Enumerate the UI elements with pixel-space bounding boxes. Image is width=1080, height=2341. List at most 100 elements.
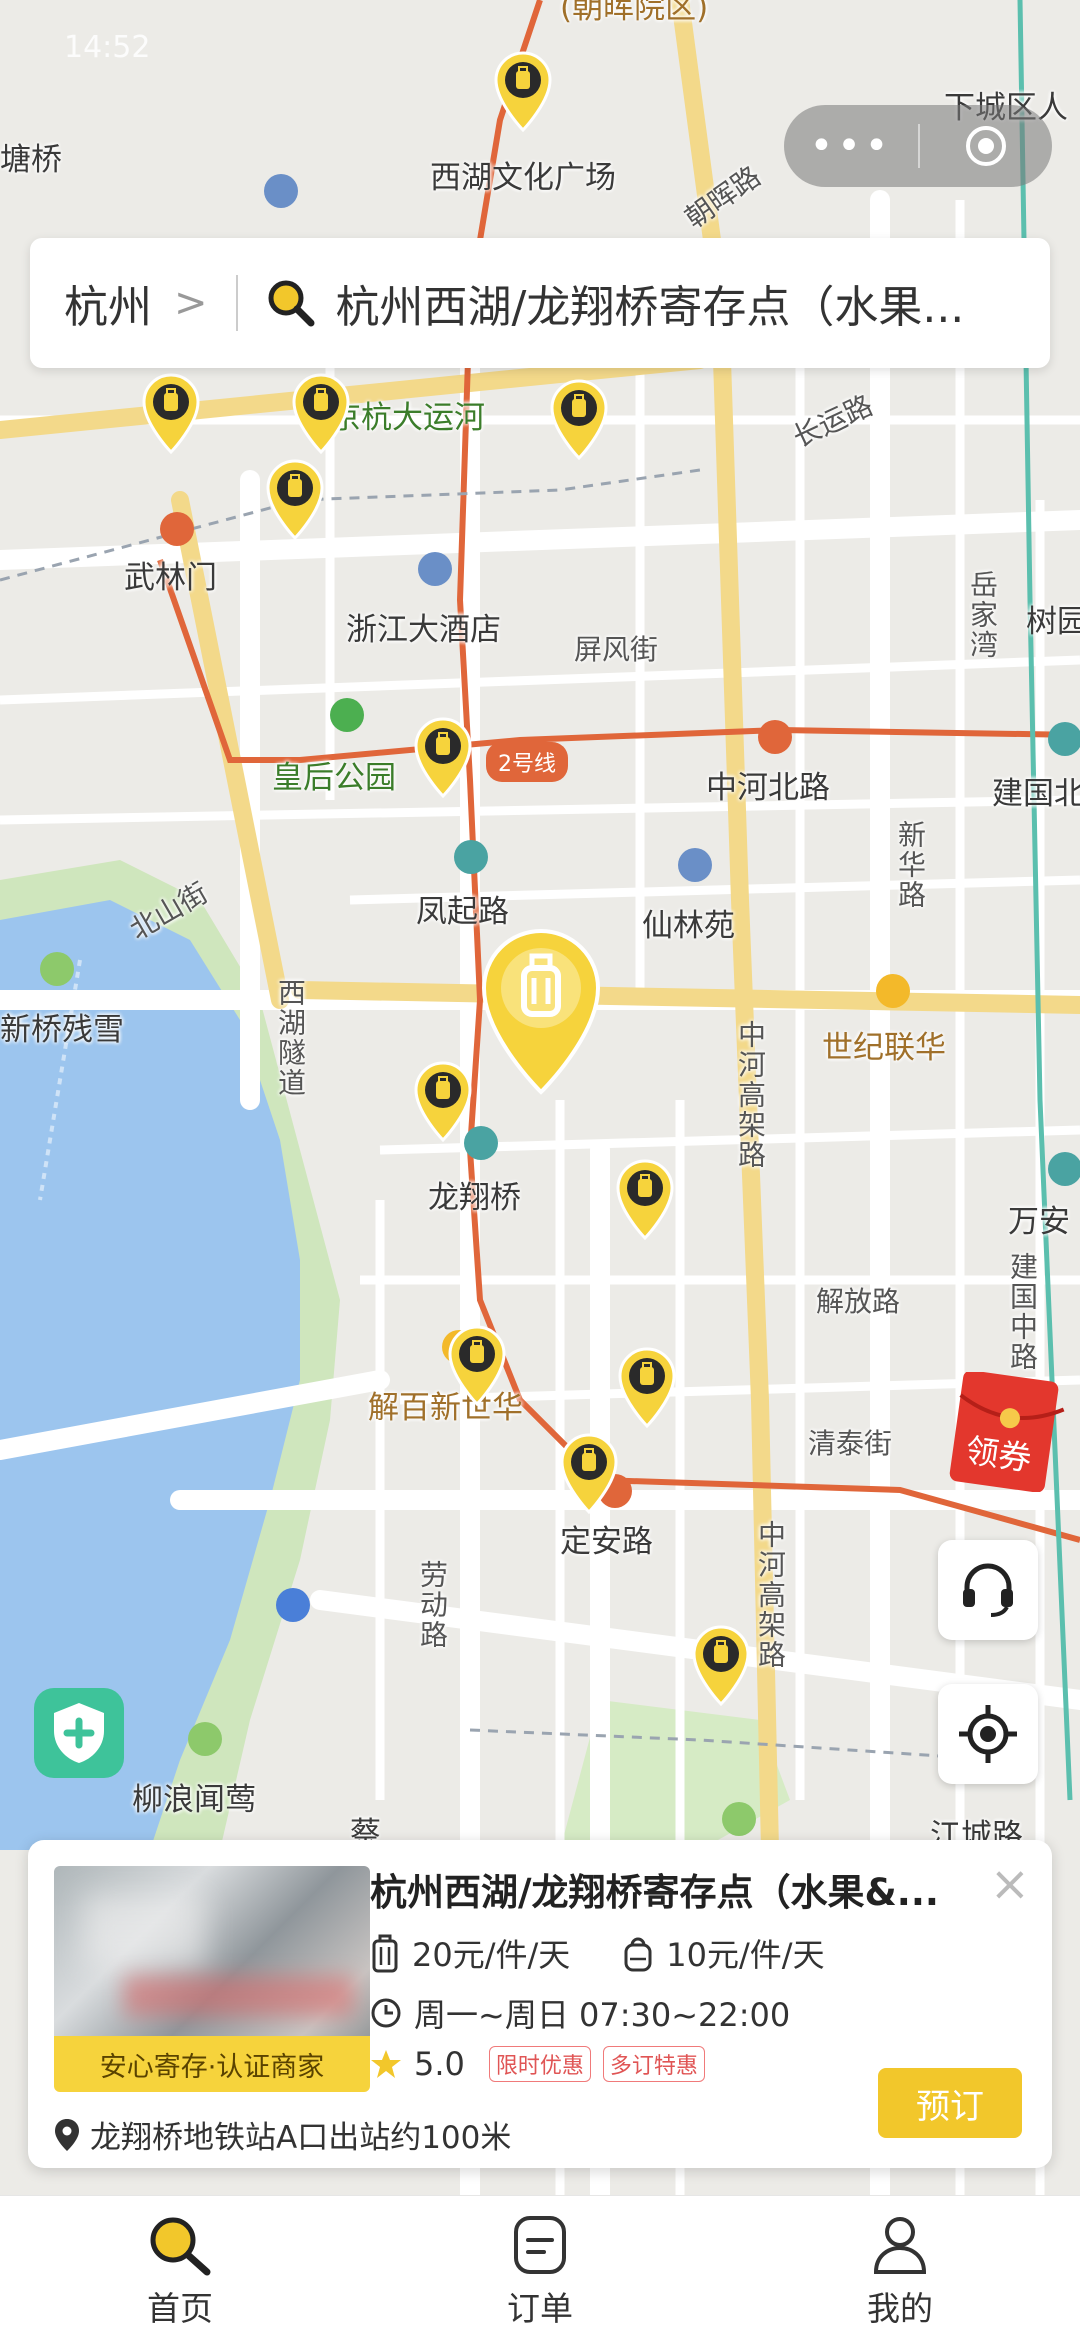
close-miniprogram-button[interactable] bbox=[920, 122, 1052, 170]
luggage-storage-pin[interactable] bbox=[412, 716, 474, 799]
luggage-storage-pin[interactable] bbox=[290, 372, 352, 455]
parking-icon[interactable] bbox=[276, 1588, 310, 1622]
metro-station-icon[interactable] bbox=[160, 512, 194, 546]
distance-text: 龙翔桥地铁站A口出站约100米 bbox=[90, 2120, 512, 2156]
map-label: 武林门 bbox=[124, 560, 217, 596]
tab-home[interactable]: 首页 bbox=[0, 2196, 360, 2341]
rating-value: 5.0 bbox=[414, 2045, 465, 2083]
map-label: 中河高架路 bbox=[754, 1520, 787, 1670]
locate-icon bbox=[959, 1705, 1017, 1763]
tab-label: 首页 bbox=[147, 2289, 213, 2328]
large-luggage-icon bbox=[372, 1934, 398, 1973]
metro-line-badge: 2号线 bbox=[486, 742, 568, 782]
map-label: 中河北路 bbox=[706, 770, 830, 806]
tab-bar: 首页 订单 我的 bbox=[0, 2195, 1080, 2341]
map-label: 建国北 bbox=[992, 776, 1080, 812]
rating-row: 5.0 限时优惠 多订特惠 bbox=[370, 2045, 705, 2083]
shopping-icon[interactable] bbox=[876, 974, 910, 1008]
miniprogram-capsule: ••• bbox=[784, 105, 1052, 187]
search-input[interactable]: 杭州西湖/龙翔桥寄存点（水果... bbox=[336, 271, 1026, 335]
luggage-storage-pin[interactable] bbox=[616, 1346, 678, 1429]
luggage-storage-pin[interactable] bbox=[614, 1158, 676, 1241]
search-icon bbox=[150, 2217, 211, 2276]
metro-station-icon[interactable] bbox=[454, 840, 488, 874]
business-hours: 周一~周日 07:30~22:00 bbox=[414, 1996, 791, 2034]
luggage-storage-pin[interactable] bbox=[690, 1624, 752, 1707]
store-title[interactable]: 杭州西湖/龙翔桥寄存点（水果&... bbox=[370, 1862, 980, 1916]
map-label: 世纪联华 bbox=[822, 1030, 946, 1066]
metro-station-icon[interactable] bbox=[1048, 1152, 1080, 1186]
map-label: 劳动路 bbox=[416, 1560, 449, 1650]
tab-orders[interactable]: 订单 bbox=[360, 2196, 720, 2341]
more-button[interactable]: ••• bbox=[784, 123, 918, 169]
map-label: 清泰街 bbox=[808, 1427, 893, 1460]
map-label: 新桥残雪 bbox=[0, 1012, 124, 1048]
scenic-icon[interactable] bbox=[40, 952, 74, 986]
coupon-label: 领券 bbox=[963, 1430, 1035, 1479]
customer-service-button[interactable] bbox=[938, 1540, 1038, 1640]
headset-icon bbox=[963, 1563, 1013, 1617]
coupon-button[interactable]: 领券 bbox=[948, 1370, 1068, 1493]
scenic-icon[interactable] bbox=[188, 1722, 222, 1756]
metro-station-icon[interactable] bbox=[1048, 722, 1080, 756]
hotel-icon[interactable] bbox=[418, 552, 452, 586]
luggage-storage-pin[interactable] bbox=[412, 1060, 474, 1143]
map-label: 解放路 bbox=[816, 1285, 901, 1318]
tab-label: 订单 bbox=[507, 2289, 573, 2328]
chevron-right-icon[interactable]: > bbox=[174, 280, 208, 326]
search-icon bbox=[268, 280, 315, 327]
status-time: 14:52 bbox=[64, 30, 151, 65]
clock-icon bbox=[371, 1998, 401, 2028]
map-label: 浙江大酒店 bbox=[346, 612, 501, 648]
small-bag-icon bbox=[624, 1937, 652, 1972]
order-icon bbox=[514, 2216, 566, 2274]
close-card-button[interactable]: × bbox=[990, 1860, 1030, 1908]
map-label: 西湖隧道 bbox=[274, 978, 307, 1098]
tab-label: 我的 bbox=[867, 2289, 933, 2328]
map-label: 定安路 bbox=[560, 1524, 653, 1560]
selected-storage-pin[interactable] bbox=[476, 926, 606, 1096]
search-bar[interactable]: 杭州 > 杭州西湖/龙翔桥寄存点（水果... bbox=[30, 238, 1050, 368]
map-label: 岳家湾 bbox=[966, 570, 999, 660]
map-label: 龙翔桥 bbox=[428, 1180, 521, 1216]
price-row: 20元/件/天 10元/件/天 bbox=[370, 1930, 825, 1976]
luggage-storage-pin[interactable] bbox=[548, 378, 610, 461]
promo-tag: 限时优惠 bbox=[488, 2046, 591, 2082]
price-large-luggage: 20元/件/天 bbox=[412, 1936, 571, 1974]
hospital-icon[interactable] bbox=[264, 174, 298, 208]
promo-tag: 多订特惠 bbox=[602, 2046, 705, 2082]
distance-row: 龙翔桥地铁站A口出站约100米 bbox=[54, 2112, 511, 2157]
safety-shield-button[interactable] bbox=[34, 1688, 124, 1778]
location-pin-icon bbox=[55, 2118, 79, 2151]
store-card[interactable]: 安心寄存·认证商家 杭州西湖/龙翔桥寄存点（水果&... × 20元/件/天 1… bbox=[28, 1840, 1052, 2168]
map-label: 建国中路 bbox=[1006, 1252, 1039, 1372]
price-small-bag: 10元/件/天 bbox=[666, 1936, 825, 1974]
luggage-storage-pin[interactable] bbox=[140, 372, 202, 455]
user-icon bbox=[873, 2217, 927, 2274]
book-button[interactable]: 预订 bbox=[878, 2068, 1022, 2138]
luggage-storage-pin[interactable] bbox=[558, 1432, 620, 1515]
scenic-icon[interactable] bbox=[722, 1802, 756, 1836]
map-label: 万安 bbox=[1008, 1204, 1070, 1240]
map-label: 中河高架路 bbox=[734, 1020, 767, 1170]
luggage-storage-pin[interactable] bbox=[264, 458, 326, 541]
park-icon[interactable] bbox=[330, 698, 364, 732]
shield-icon bbox=[54, 1703, 104, 1763]
tab-profile[interactable]: 我的 bbox=[720, 2196, 1080, 2341]
city-selector[interactable]: 杭州 bbox=[64, 271, 152, 335]
trust-badge: 安心寄存·认证商家 bbox=[54, 2036, 370, 2092]
luggage-storage-pin[interactable] bbox=[446, 1324, 508, 1407]
map-label: 皇后公园 bbox=[272, 760, 396, 796]
map-label: 树园 bbox=[1026, 604, 1080, 640]
map-label: 柳浪闻莺 bbox=[132, 1782, 256, 1818]
map-label: 西湖文化广场 bbox=[430, 160, 616, 196]
locate-button[interactable] bbox=[938, 1684, 1038, 1784]
metro-station-icon[interactable] bbox=[758, 720, 792, 754]
map-label: 塘桥 bbox=[0, 142, 62, 178]
map-label: 凤起路 bbox=[416, 894, 509, 930]
status-bar: 14:52 bbox=[0, 0, 1080, 80]
star-icon bbox=[371, 2050, 401, 2078]
residential-icon[interactable] bbox=[678, 848, 712, 882]
map-label: 新华路 bbox=[894, 820, 927, 910]
hours-row: 周一~周日 07:30~22:00 bbox=[370, 1990, 790, 2036]
